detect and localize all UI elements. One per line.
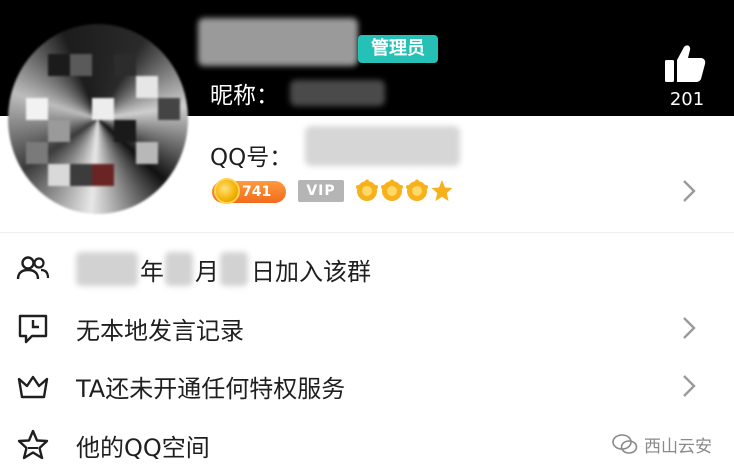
crown-level-icon bbox=[406, 179, 428, 201]
nickname-label: 昵称： bbox=[210, 83, 279, 109]
chevron-right-icon bbox=[683, 317, 696, 339]
like-count: 201 bbox=[669, 89, 705, 110]
avatar-pixel bbox=[114, 120, 136, 142]
join-year-unit: 年 bbox=[140, 258, 164, 286]
privilege-service-label: TA还未开通任何特权服务 bbox=[76, 375, 346, 403]
crown-icon bbox=[17, 375, 49, 399]
thumbs-up-icon[interactable] bbox=[664, 44, 706, 84]
avatar[interactable] bbox=[8, 24, 188, 214]
avatar-pixel bbox=[92, 98, 114, 120]
avatar-pixel bbox=[70, 54, 92, 76]
speech-record-row[interactable]: 无本地发言记录 bbox=[0, 299, 734, 357]
chevron-right-icon bbox=[683, 375, 696, 397]
qq-number-label: QQ号： bbox=[210, 145, 293, 171]
watermark-text: 西山云安 bbox=[644, 436, 712, 457]
crown-level-icon bbox=[381, 179, 403, 201]
privilege-service-row[interactable]: TA还未开通任何特权服务 bbox=[0, 357, 734, 415]
avatar-pixel bbox=[26, 142, 48, 164]
avatar-pixel bbox=[48, 54, 70, 76]
crown-level-icon bbox=[356, 179, 378, 201]
divider bbox=[0, 232, 734, 233]
star-level-icon bbox=[431, 180, 453, 201]
avatar-pixel bbox=[48, 164, 70, 186]
nickname-value-blur bbox=[290, 80, 385, 106]
avatar-pixel bbox=[136, 76, 158, 98]
star-icon bbox=[17, 429, 49, 460]
avatar-pixel bbox=[158, 98, 180, 120]
watermark: 西山云安 bbox=[612, 430, 712, 458]
join-date-row: 年 月 日加入该群 bbox=[0, 240, 734, 298]
nickname-blur bbox=[198, 18, 358, 66]
avatar-pixel bbox=[136, 142, 158, 164]
wechat-icon bbox=[612, 434, 638, 454]
avatar-pixel bbox=[92, 164, 114, 186]
join-month-blur bbox=[165, 252, 193, 286]
avatar-pixel bbox=[70, 164, 92, 186]
avatar-pixel bbox=[26, 98, 48, 120]
members-icon bbox=[16, 256, 50, 280]
avatar-pixel bbox=[48, 120, 70, 142]
join-month-unit: 月 bbox=[195, 258, 219, 286]
vip-badge[interactable]: VIP bbox=[298, 180, 344, 202]
qq-level-icons[interactable] bbox=[356, 179, 453, 205]
message-record-icon bbox=[18, 314, 48, 344]
speech-record-label: 无本地发言记录 bbox=[76, 317, 244, 345]
coin-icon bbox=[214, 178, 240, 204]
join-day-blur bbox=[220, 252, 248, 286]
avatar-pixel bbox=[114, 54, 136, 76]
admin-badge: 管理员 bbox=[358, 35, 438, 63]
chevron-right-icon[interactable] bbox=[680, 178, 698, 204]
qq-number-blur bbox=[305, 126, 460, 166]
join-year-blur bbox=[76, 252, 138, 286]
join-day-text: 日加入该群 bbox=[251, 258, 371, 286]
qzone-label: 他的QQ空间 bbox=[76, 434, 210, 462]
